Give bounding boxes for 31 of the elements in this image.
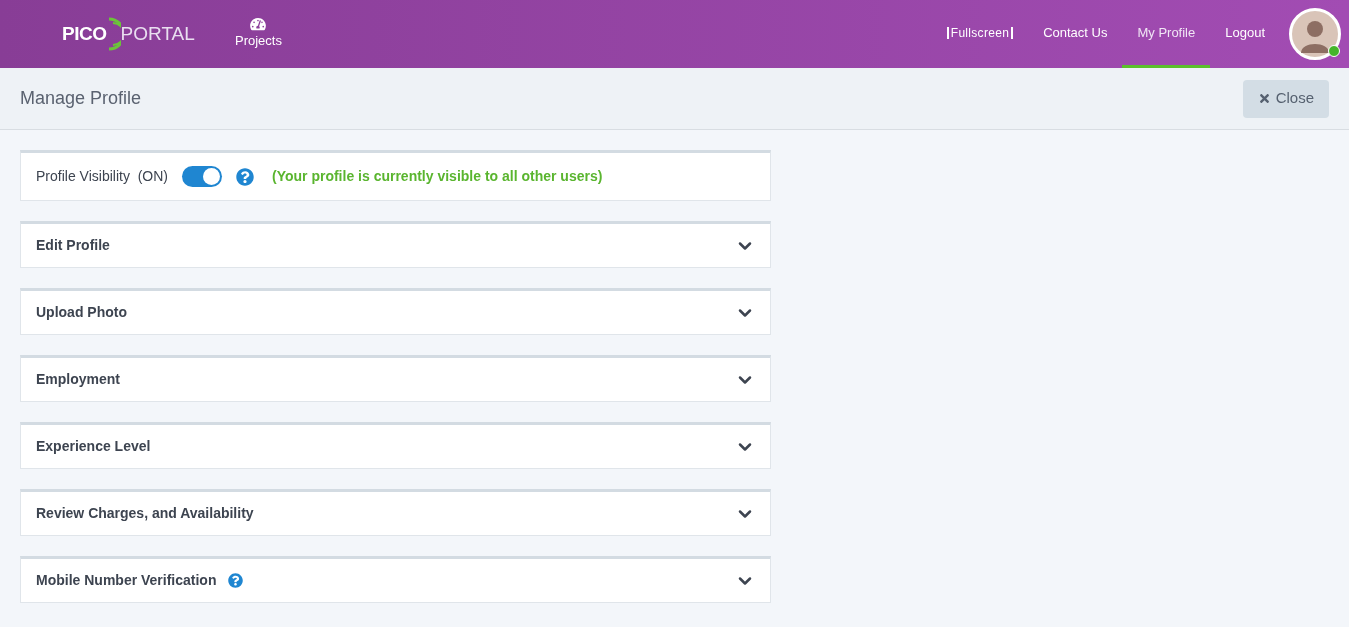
ring-logo-icon bbox=[106, 17, 121, 51]
avatar[interactable] bbox=[1289, 8, 1341, 60]
visibility-message: (Your profile is currently visible to all other users) bbox=[272, 167, 603, 186]
logo-text: PICO bbox=[62, 21, 107, 46]
nav-link[interactable]: Projects bbox=[235, 17, 282, 51]
help-icon[interactable] bbox=[228, 573, 244, 588]
section-title: Experience Level bbox=[36, 437, 151, 456]
logo-text: PORTAL bbox=[120, 21, 195, 46]
visibility-toggle[interactable] bbox=[182, 166, 222, 187]
close-icon bbox=[1257, 92, 1271, 105]
page-title: Manage Profile bbox=[20, 87, 142, 110]
section-title: Review Charges, and Availability bbox=[36, 504, 254, 523]
close-button[interactable]: Close bbox=[1242, 79, 1329, 118]
section-title: Upload Photo bbox=[36, 303, 127, 322]
fullscreen-button[interactable]: Fullscreen bbox=[931, 0, 1029, 68]
help-icon[interactable] bbox=[236, 167, 254, 186]
section-title: Edit Profile bbox=[36, 236, 110, 255]
section-title: Employment bbox=[36, 370, 120, 389]
accordion-header[interactable]: Edit Profile bbox=[20, 221, 771, 268]
accordion-header[interactable]: Upload Photo bbox=[20, 288, 771, 335]
nav-link[interactable]: Logout bbox=[1210, 0, 1280, 68]
accordion-header[interactable]: Employment bbox=[20, 355, 771, 402]
logo[interactable]: PICO PORTAL bbox=[62, 17, 207, 51]
person-silhouette-icon bbox=[1301, 19, 1329, 53]
section-title: Mobile Number Verification bbox=[36, 571, 217, 590]
accordion-header[interactable]: Mobile Number Verification bbox=[20, 556, 771, 603]
accordion-header[interactable]: Experience Level bbox=[20, 422, 771, 469]
nav-link[interactable]: Contact Us bbox=[1028, 0, 1123, 68]
gauge-icon bbox=[250, 17, 267, 32]
visibility-label: Profile Visibility (ON) bbox=[36, 167, 168, 186]
accordion-header[interactable]: Review Charges, and Availability bbox=[20, 489, 771, 536]
